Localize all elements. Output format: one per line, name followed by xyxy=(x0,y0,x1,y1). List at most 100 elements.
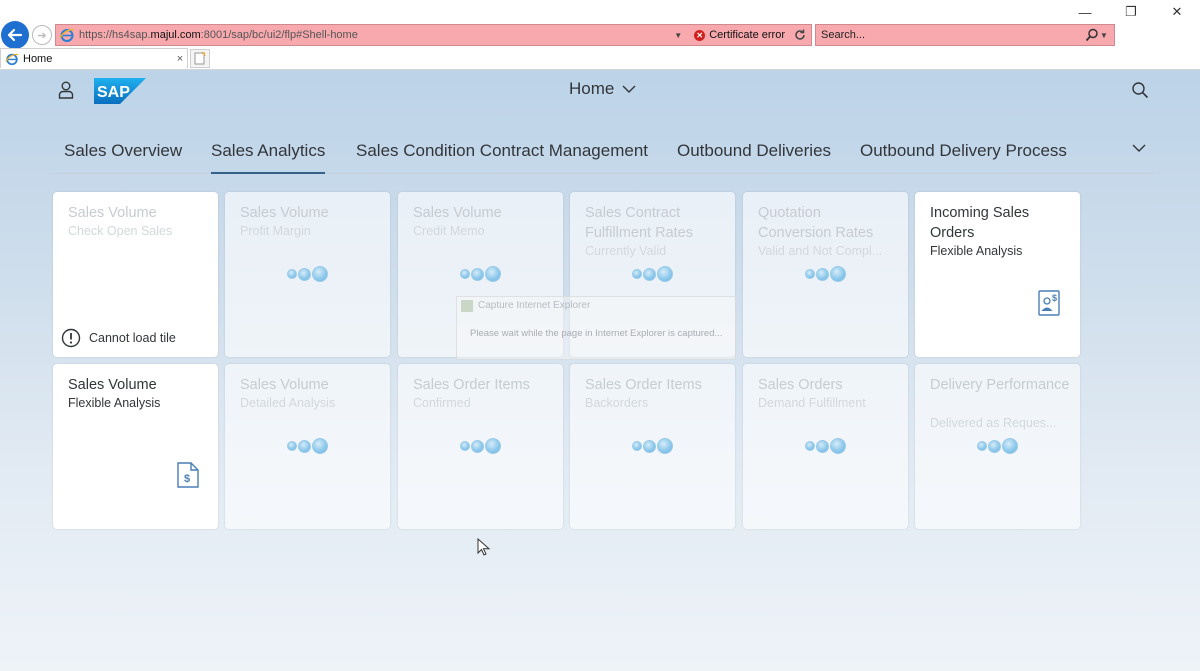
tile-sales-order-items-backorders[interactable]: Sales Order Items Backorders xyxy=(570,364,735,529)
tile-title: Sales Volume xyxy=(68,205,157,221)
tile-subtitle: Confirmed xyxy=(413,396,471,410)
tile-title: Sales Order Items xyxy=(413,377,530,393)
tile-subtitle: Valid and Not Compl... xyxy=(758,244,883,258)
tile-sales-volume-detailed-analysis[interactable]: Sales Volume Detailed Analysis xyxy=(225,364,390,529)
tile-subtitle: Delivered as Reques... xyxy=(930,416,1057,430)
certificate-error-label: Certificate error xyxy=(709,29,785,41)
back-button[interactable] xyxy=(1,21,29,49)
new-tab-button[interactable] xyxy=(190,49,210,68)
tile-quotation-conversion-rates[interactable]: Quotation Conversion Rates Valid and Not… xyxy=(743,192,908,357)
window-controls: — ❐ ✕ xyxy=(1062,0,1200,24)
document-dollar-icon: $ xyxy=(177,462,199,488)
tile-title: Sales Order Items xyxy=(585,377,702,393)
forward-button[interactable]: ➔ xyxy=(32,25,52,45)
fiori-launchpad: SAP Home Sales Overview Sales Analytics … xyxy=(0,70,1200,671)
tile-sales-volume-flexible-analysis[interactable]: Sales Volume Flexible Analysis $ xyxy=(53,364,218,529)
tile-subtitle: Credit Memo xyxy=(413,224,485,238)
loading-indicator xyxy=(225,266,390,282)
tile-title: Incoming Sales Orders xyxy=(930,205,1030,241)
tile-sales-orders-demand-fulfillment[interactable]: Sales Orders Demand Fulfillment xyxy=(743,364,908,529)
tile-title: Sales Volume xyxy=(68,377,157,393)
tile-title: Sales Contract Fulfillment Rates xyxy=(585,205,693,241)
url-text[interactable]: https://hs4sap.majul.com:8001/sap/bc/ui2… xyxy=(79,29,674,41)
sap-logo[interactable]: SAP xyxy=(94,78,146,104)
url-domain: majul.com xyxy=(150,29,201,41)
arrow-right-icon: ➔ xyxy=(37,29,47,42)
tile-subtitle: Backorders xyxy=(585,396,649,410)
shell-title[interactable]: Home xyxy=(569,79,636,99)
tile-title: Delivery Performance xyxy=(930,377,1070,393)
search-dropdown-icon[interactable]: ▼ xyxy=(1100,31,1114,40)
tile-subtitle: Flexible Analysis xyxy=(68,396,161,410)
tile-error: Cannot load tile xyxy=(61,328,176,348)
loading-indicator xyxy=(225,438,390,454)
tile-subtitle: Detailed Analysis xyxy=(240,396,336,410)
browser-tab-home[interactable]: Home × xyxy=(0,48,188,68)
internet-explorer-icon xyxy=(5,53,19,65)
tile-error-text: Cannot load tile xyxy=(89,331,176,345)
loading-indicator xyxy=(570,266,735,282)
anchor-item-sales-analytics[interactable]: Sales Analytics xyxy=(211,141,326,174)
capture-dialog-title: Capture Internet Explorer xyxy=(478,300,591,311)
search-icon[interactable] xyxy=(1131,81,1149,99)
chevron-down-icon[interactable] xyxy=(1132,143,1146,153)
tile-subtitle: Flexible Analysis xyxy=(930,244,1023,258)
loading-indicator xyxy=(743,438,908,454)
minimize-button[interactable]: — xyxy=(1062,0,1108,24)
tile-subtitle: Demand Fulfillment xyxy=(758,396,866,410)
tab-label: Home xyxy=(23,52,53,65)
tile-sales-volume-check-open-sales[interactable]: Sales Volume Check Open Sales Cannot loa… xyxy=(53,192,218,357)
tile-delivery-performance[interactable]: Delivery Performance Delivered as Reques… xyxy=(915,364,1080,529)
analysis-person-icon: $ xyxy=(1038,290,1060,316)
user-icon[interactable] xyxy=(58,81,74,99)
error-x-icon: ✕ xyxy=(694,29,706,41)
anchor-item-sales-overview[interactable]: Sales Overview xyxy=(64,141,182,161)
search-icon[interactable] xyxy=(1084,28,1100,42)
tile-title: Sales Orders xyxy=(758,377,843,393)
dropdown-arrow-icon[interactable]: ▼ xyxy=(674,31,688,40)
refresh-icon[interactable] xyxy=(793,28,807,42)
loading-indicator xyxy=(398,266,563,282)
anchor-navigation-bar: Sales Overview Sales Analytics Sales Con… xyxy=(52,130,1154,174)
svg-text:$: $ xyxy=(1052,293,1057,303)
svg-text:SAP: SAP xyxy=(97,84,130,101)
capture-app-icon xyxy=(461,300,473,312)
restore-button[interactable]: ❐ xyxy=(1108,0,1154,24)
certificate-error[interactable]: ✕ Certificate error xyxy=(688,29,785,41)
tile-title: Sales Volume xyxy=(240,377,329,393)
browser-chrome: — ❐ ✕ ➔ https://hs4sap.majul.com:8001/sa… xyxy=(0,0,1200,70)
loading-indicator xyxy=(915,438,1080,454)
shell-title-label: Home xyxy=(569,79,615,98)
tile-title: Sales Volume xyxy=(240,205,329,221)
tab-close-button[interactable]: × xyxy=(173,53,187,65)
tile-incoming-sales-orders[interactable]: Incoming Sales Orders Flexible Analysis … xyxy=(915,192,1080,357)
address-bar[interactable]: https://hs4sap.majul.com:8001/sap/bc/ui2… xyxy=(55,24,812,46)
svg-text:$: $ xyxy=(184,473,190,485)
mouse-cursor-icon xyxy=(477,538,491,556)
chevron-down-icon xyxy=(622,85,636,93)
loading-indicator xyxy=(570,438,735,454)
loading-indicator xyxy=(398,438,563,454)
search-placeholder: Search... xyxy=(821,29,866,41)
tile-subtitle: Profit Margin xyxy=(240,224,311,238)
tile-title: Quotation Conversion Rates xyxy=(758,205,874,241)
anchor-item-outbound-delivery-process[interactable]: Outbound Delivery Process xyxy=(860,141,1067,161)
capture-dialog-message: Please wait while the page in Internet E… xyxy=(470,328,723,339)
new-tab-icon xyxy=(194,51,206,65)
close-window-button[interactable]: ✕ xyxy=(1154,0,1200,24)
anchor-item-sales-condition-contract-management[interactable]: Sales Condition Contract Management xyxy=(356,141,648,161)
arrow-left-icon xyxy=(7,28,23,42)
tile-title: Sales Volume xyxy=(413,205,502,221)
anchor-item-outbound-deliveries[interactable]: Outbound Deliveries xyxy=(677,141,831,161)
capture-dialog: Capture Internet Explorer Please wait wh… xyxy=(456,296,736,360)
url-prefix: https://hs4sap. xyxy=(79,29,151,41)
browser-search-box[interactable]: Search... ▼ xyxy=(815,24,1115,46)
tile-subtitle: Check Open Sales xyxy=(68,224,173,238)
warning-circle-icon xyxy=(61,328,81,348)
tile-sales-volume-profit-margin[interactable]: Sales Volume Profit Margin xyxy=(225,192,390,357)
tile-subtitle: Currently Valid xyxy=(585,244,667,258)
tile-sales-order-items-confirmed[interactable]: Sales Order Items Confirmed xyxy=(398,364,563,529)
loading-indicator xyxy=(743,266,908,282)
shell-bar: SAP Home xyxy=(0,70,1200,110)
internet-explorer-icon xyxy=(59,29,75,42)
